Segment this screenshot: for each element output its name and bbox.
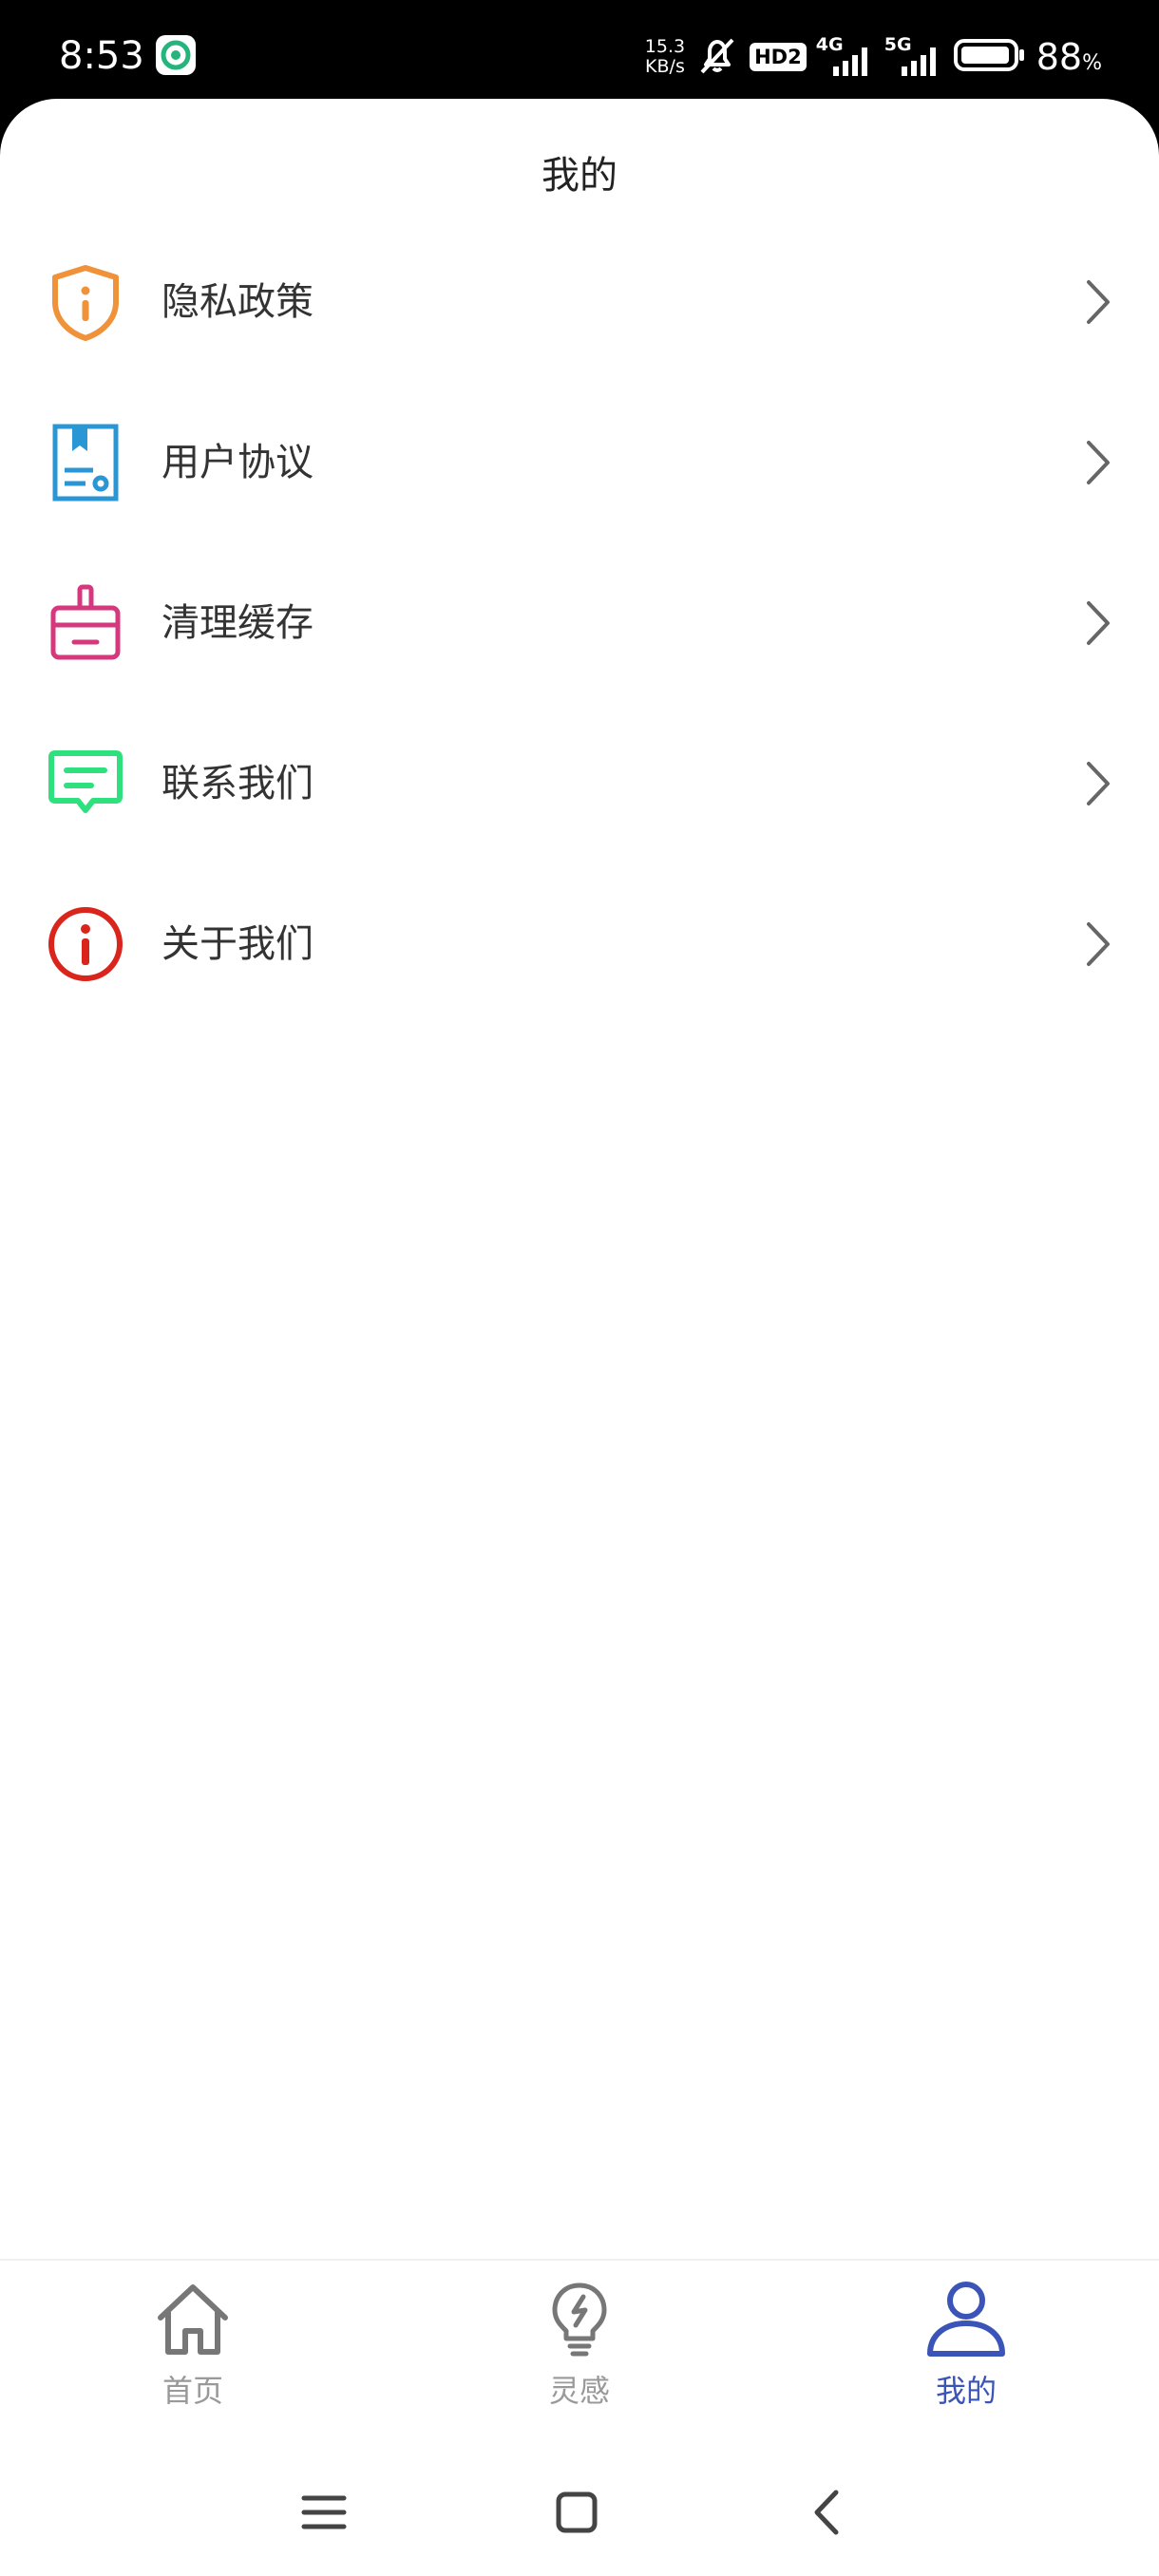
menu-item-user-agreement[interactable]: 用户协议	[0, 389, 1159, 532]
menu-item-privacy-policy[interactable]: 隐私政策	[0, 229, 1159, 371]
network-speed: 15.3 KB/s	[645, 37, 685, 77]
back-icon[interactable]	[796, 2479, 863, 2546]
status-bar: 8:53 15.3 KB/s HD2 4G 5G 88%	[0, 0, 1159, 99]
chevron-right-icon	[1077, 920, 1115, 968]
status-indicators: 15.3 KB/s HD2 4G 5G 88%	[645, 28, 1102, 85]
menu-item-label: 清理缓存	[162, 601, 314, 645]
network-speed-unit: KB/s	[645, 56, 685, 77]
user-agreement-icon	[46, 423, 125, 502]
battery-icon	[953, 36, 1027, 78]
menu-item-clear-cache[interactable]: 清理缓存	[0, 550, 1159, 692]
menu-item-label: 用户协议	[162, 441, 314, 484]
status-time: 8:53	[59, 34, 144, 78]
app-notification-icon	[156, 35, 196, 75]
tab-inspiration[interactable]: 灵感	[437, 2261, 722, 2432]
tab-label: 我的	[935, 2373, 997, 2409]
chevron-right-icon	[1077, 760, 1115, 807]
menu-item-label: 联系我们	[162, 762, 314, 805]
menu-item-contact-us[interactable]: 联系我们	[0, 710, 1159, 853]
bottom-tab-bar: 首页 灵感 我的	[0, 2259, 1159, 2447]
battery-percentage: 88%	[1036, 36, 1102, 78]
person-icon	[926, 2280, 1006, 2359]
chevron-right-icon	[1077, 278, 1115, 326]
battery-unit: %	[1082, 51, 1102, 75]
signal-5g-icon: 5G	[884, 34, 943, 80]
privacy-shield-icon	[46, 262, 125, 342]
silent-bell-icon	[694, 32, 740, 82]
tab-home[interactable]: 首页	[50, 2261, 335, 2432]
contact-chat-icon	[46, 744, 125, 824]
network-speed-value: 15.3	[644, 36, 686, 57]
menu-item-label: 关于我们	[162, 922, 314, 966]
chevron-right-icon	[1077, 599, 1115, 647]
hd-voice-badge: HD2	[750, 43, 807, 71]
about-info-icon	[46, 904, 125, 984]
home-icon	[153, 2280, 233, 2359]
lightbulb-icon	[540, 2280, 619, 2359]
tab-label: 灵感	[548, 2373, 610, 2409]
chevron-right-icon	[1077, 439, 1115, 486]
app-screen: 我的 隐私政策 用户协议 清理缓存 联系我们 关于我们 首页 灵感 我的	[0, 99, 1159, 2576]
menu-item-about-us[interactable]: 关于我们	[0, 871, 1159, 1013]
tab-label: 首页	[162, 2373, 223, 2409]
system-navigation-bar	[0, 2445, 1159, 2576]
menu-item-label: 隐私政策	[162, 280, 314, 324]
signal-4g-icon: 4G	[816, 34, 875, 80]
tab-mine[interactable]: 我的	[824, 2261, 1109, 2432]
page-title: 我的	[542, 154, 618, 198]
menu-icon[interactable]	[291, 2479, 357, 2546]
clear-cache-icon	[46, 583, 125, 663]
home-button-icon[interactable]	[543, 2479, 610, 2546]
battery-value: 88	[1036, 36, 1083, 78]
